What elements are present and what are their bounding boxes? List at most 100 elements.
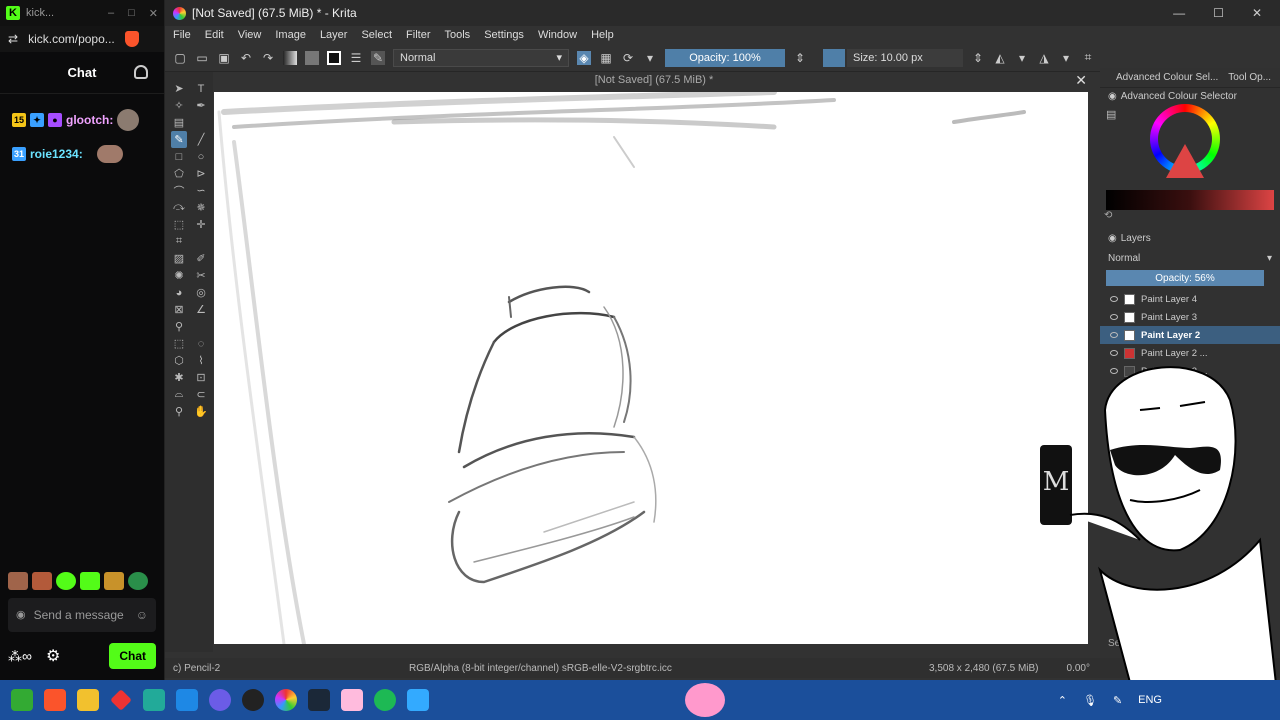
crop-tool-icon[interactable]: ⌗ (171, 233, 187, 250)
url-bar[interactable]: ⇄ kick.com/popo... (0, 26, 164, 52)
gradient-edit-icon[interactable]: ▤ (171, 114, 187, 131)
smart-patch-icon[interactable]: ✂ (193, 267, 209, 284)
colorize-mask-icon[interactable]: ✺ (171, 267, 187, 284)
magnetic-select-icon[interactable]: ⊂ (193, 386, 209, 403)
emote-icon[interactable] (128, 572, 148, 590)
menu-file[interactable]: File (173, 29, 191, 41)
maximize-icon[interactable]: ☐ (1213, 6, 1224, 20)
users-icon[interactable] (134, 65, 148, 79)
bezier-select-icon[interactable]: ⌓ (171, 386, 187, 403)
undo-icon[interactable]: ↶ (239, 51, 253, 65)
lock-icon[interactable]: ◉ (1108, 91, 1117, 102)
microphone-icon[interactable]: 🎙 (1083, 694, 1097, 707)
minimize-icon[interactable]: — (1173, 6, 1185, 20)
size-slider[interactable]: Size: 10.00 px (823, 48, 963, 67)
lock-icon[interactable]: ◉ (1108, 233, 1117, 244)
enclose-fill-icon[interactable]: ◎ (193, 284, 209, 301)
chat-username[interactable]: glootch: (66, 113, 113, 127)
eye-icon[interactable] (1110, 296, 1118, 302)
document-tab[interactable]: [Not Saved] (67.5 MiB) * ✕ (213, 72, 1095, 92)
chat-input[interactable]: ◉ Send a message ☺ (8, 598, 156, 632)
send-chat-button[interactable]: Chat (109, 643, 156, 669)
emote-icon[interactable] (80, 572, 100, 590)
spotify-icon[interactable] (374, 689, 396, 711)
folder-icon[interactable] (77, 689, 99, 711)
pan-tool-icon[interactable]: ✋ (193, 403, 209, 420)
wrap-around-icon[interactable]: ⌗ (1081, 50, 1095, 65)
krita-icon[interactable] (275, 689, 297, 711)
eye-icon[interactable] (1110, 350, 1118, 356)
similar-select-icon[interactable]: ⊡ (193, 369, 209, 386)
menu-filter[interactable]: Filter (406, 29, 430, 41)
polygon-tool-icon[interactable]: ⬠ (171, 165, 187, 182)
edit-shapes-icon[interactable]: ✧ (171, 97, 187, 114)
app-icon[interactable] (110, 689, 132, 711)
pattern-icon[interactable] (305, 50, 319, 65)
obs-icon[interactable] (242, 689, 264, 711)
emote-icon[interactable] (8, 572, 28, 590)
tab-tool-options[interactable]: Tool Op... (1228, 72, 1271, 83)
app-icon[interactable] (143, 689, 165, 711)
menu-layer[interactable]: Layer (320, 29, 348, 41)
spin-arrows-icon[interactable]: ⇕ (971, 51, 985, 65)
menu-tools[interactable]: Tools (445, 29, 471, 41)
color-picker-icon[interactable]: ✐ (193, 250, 209, 267)
freehand-select-icon[interactable]: ⌇ (193, 352, 209, 369)
ellipse-select-icon[interactable]: ◌ (193, 335, 209, 352)
eye-icon[interactable] (1110, 314, 1118, 320)
saturation-triangle[interactable] (1166, 144, 1204, 178)
rotation-value[interactable]: 0.00° (1067, 663, 1090, 674)
eye-icon[interactable] (1110, 332, 1118, 338)
colour-wheel[interactable]: ▤ (1100, 104, 1280, 184)
settings-list-icon[interactable]: ▤ (1106, 108, 1116, 121)
drawing-canvas[interactable] (214, 89, 1088, 646)
freehand-brush-icon[interactable]: ✎ (171, 131, 187, 148)
new-document-icon[interactable]: ▢ (173, 51, 187, 65)
fill-tool-icon[interactable]: ◕ (171, 284, 187, 301)
pen-icon[interactable]: ✎ (1113, 694, 1122, 707)
line-tool-icon[interactable]: ╱ (193, 131, 209, 148)
rect-select-icon[interactable]: ⬚ (171, 335, 187, 352)
chevron-down-icon[interactable]: ▾ (1059, 51, 1073, 65)
dynamic-brush-icon[interactable]: ⤼ (171, 199, 187, 216)
chevron-up-icon[interactable]: ⌃ (1058, 694, 1067, 707)
zoom-tool-icon[interactable]: ⚲ (171, 403, 187, 420)
assistant-tool-icon[interactable]: ⊠ (171, 301, 187, 318)
blend-mode-select[interactable]: Normal ▾ (393, 48, 569, 67)
spin-arrows-icon[interactable]: ⇕ (793, 51, 807, 65)
gear-icon[interactable]: ⚙ (46, 646, 60, 666)
emote-icon[interactable] (56, 572, 76, 590)
app-icon[interactable] (407, 689, 429, 711)
close-icon[interactable]: ✕ (149, 7, 158, 20)
calligraphy-icon[interactable]: ✒ (193, 97, 209, 114)
multibrush-icon[interactable]: ✵ (193, 199, 209, 216)
text-tool-icon[interactable]: T (193, 80, 209, 97)
fg-bg-color-icon[interactable] (327, 50, 341, 65)
layer-row[interactable]: Paint Layer 2 ... (1100, 362, 1280, 380)
ellipse-tool-icon[interactable]: ○ (193, 148, 209, 165)
chevron-down-icon[interactable]: ▾ (1015, 51, 1029, 65)
gradient-icon[interactable] (283, 50, 297, 65)
reload-preset-icon[interactable]: ⟳ (621, 51, 635, 65)
select-shapes-icon[interactable]: ➤ (171, 80, 187, 97)
layer-opacity-slider[interactable]: Opacity: 56% (1106, 270, 1264, 286)
language-indicator[interactable]: ENG (1138, 694, 1162, 706)
emote-icon[interactable] (104, 572, 124, 590)
app-icon[interactable] (341, 689, 363, 711)
brave-shield-icon[interactable] (124, 31, 139, 47)
emote-icon[interactable] (32, 572, 52, 590)
mirror-vertical-icon[interactable]: ◮ (1037, 51, 1051, 65)
menu-edit[interactable]: Edit (205, 29, 224, 41)
menu-image[interactable]: Image (275, 29, 306, 41)
reference-tool-icon[interactable]: ⚲ (171, 318, 187, 335)
site-settings-icon[interactable]: ⇄ (8, 32, 18, 46)
rectangle-tool-icon[interactable]: □ (171, 148, 187, 165)
layer-row[interactable]: Paint Layer 4 (1100, 290, 1280, 308)
preserve-alpha-icon[interactable]: ▦ (599, 51, 613, 65)
store-icon[interactable] (176, 689, 198, 711)
chevron-down-icon[interactable]: ▾ (643, 51, 657, 65)
emoji-icon[interactable]: ☺ (136, 608, 148, 622)
move-tool-icon[interactable]: ✛ (193, 216, 209, 233)
open-folder-icon[interactable]: ▭ (195, 51, 209, 65)
measure-tool-icon[interactable]: ∠ (193, 301, 209, 318)
